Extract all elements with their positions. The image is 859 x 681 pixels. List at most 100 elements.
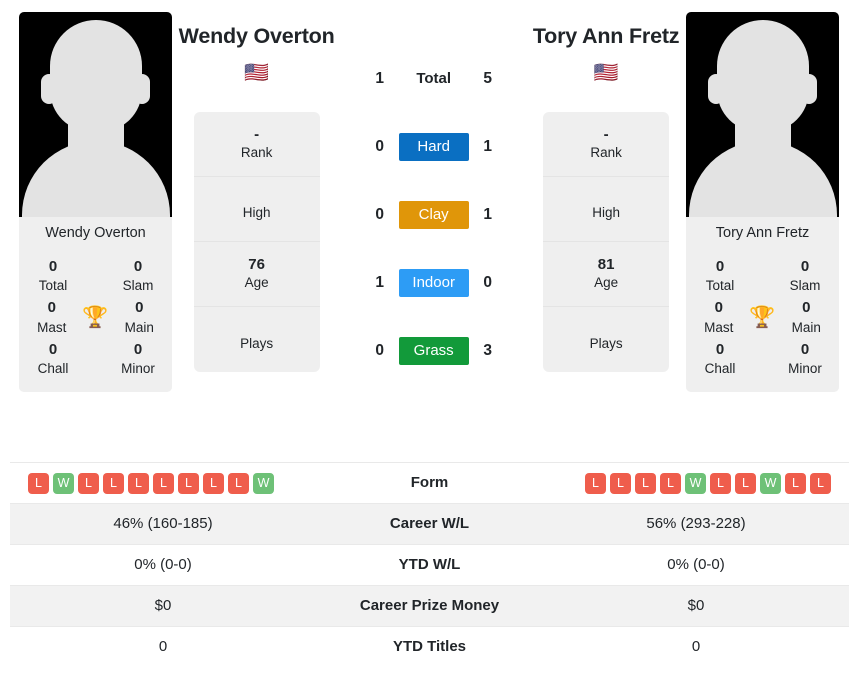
titles-total-value: 0 — [48, 257, 58, 275]
form-badge-l: L — [710, 472, 731, 494]
left-form-cell: LWLLLLLLLW — [10, 462, 316, 504]
h2h-clay-left: 0 — [375, 206, 384, 223]
info-age: 76 Age — [193, 242, 320, 307]
titles-slam-value: 0 — [800, 257, 810, 275]
left-value: $0 — [154, 597, 172, 614]
right-player-info-card: - Rank High 81 Age Plays — [543, 112, 670, 372]
form-badge-l: L — [660, 472, 681, 494]
info-high-label: High — [592, 205, 620, 221]
silhouette-body-icon — [688, 141, 837, 217]
titles-row: 0 Mast 🏆 0 Main — [19, 295, 172, 336]
form-badge-l: L — [153, 472, 174, 494]
form-badge-l: L — [585, 472, 606, 494]
h2h-clay-badge: Clay — [398, 200, 469, 230]
table-row-ytd-titles: 0 YTD Titles 0 — [10, 626, 849, 668]
left-player-info-column: Wendy Overton 🇺🇸 - Rank High 76 Age Play… — [172, 0, 341, 372]
h2h-row-total: 1 Total 5 — [341, 58, 526, 100]
row-label-text: YTD W/L — [398, 556, 461, 573]
titles-main-value: 0 — [135, 299, 144, 317]
titles-total-label: Total — [705, 278, 735, 294]
row-label-career-wl: Career W/L — [316, 503, 543, 545]
h2h-hard-right: 1 — [483, 138, 492, 155]
form-badge-l: L — [810, 472, 831, 494]
row-label-text: Form — [410, 474, 449, 491]
row-label-text: Career W/L — [389, 515, 470, 532]
form-badge-l: L — [635, 472, 656, 494]
titles-slam: 0 Slam — [779, 257, 831, 295]
titles-main: 0 Main — [115, 298, 164, 336]
right-career-wl: 56% (293-228) — [543, 503, 849, 545]
info-plays: Plays — [543, 307, 669, 372]
h2h-indoor-left: 1 — [375, 274, 384, 291]
form-badge-l: L — [178, 472, 199, 494]
titles-chall-value: 0 — [48, 340, 58, 358]
row-label-career-prize-money: Career Prize Money — [316, 585, 543, 627]
form-badge-l: L — [610, 472, 631, 494]
right-player-titles-panel: 0 Total 0 Slam 0 Mast 🏆 0 Main 0 Chall 0… — [686, 249, 839, 393]
right-value: 0% (0-0) — [667, 556, 725, 573]
left-career-wl: 46% (160-185) — [10, 503, 316, 545]
info-rank-label: Rank — [590, 145, 622, 161]
right-player-card[interactable]: Tory Ann Fretz 0 Total 0 Slam 0 Mast 🏆 0… — [686, 12, 839, 393]
info-plays-label: Plays — [589, 335, 623, 351]
row-label-ytd-wl: YTD W/L — [316, 544, 543, 586]
info-rank-value: - — [603, 125, 609, 143]
titles-mast-label: Mast — [704, 319, 734, 335]
titles-total-label: Total — [38, 278, 68, 294]
titles-chall-value: 0 — [715, 340, 725, 358]
table-row-career-wl: 46% (160-185) Career W/L 56% (293-228) — [10, 503, 849, 545]
h2h-row-clay: 0 Clay 1 — [341, 194, 526, 236]
form-badge-l: L — [128, 472, 149, 494]
right-value: 0 — [691, 638, 701, 655]
form-badge-w: W — [53, 472, 74, 494]
h2h-total-left: 1 — [375, 70, 384, 87]
silhouette-body-icon — [21, 141, 170, 217]
h2h-indoor-right: 0 — [483, 274, 492, 291]
titles-row: 0 Total 0 Slam — [686, 254, 839, 295]
h2h-clay-right: 1 — [483, 206, 492, 223]
form-badge-l: L — [735, 472, 756, 494]
comparison-header: Wendy Overton 0 Total 0 Slam 0 Mast 🏆 0 … — [0, 0, 859, 462]
titles-mast-value: 0 — [714, 299, 723, 317]
right-form-badges: LLLLWLLWLL — [543, 472, 849, 494]
right-player-info-column: Tory Ann Fretz 🇺🇸 - Rank High 81 Age Pla… — [526, 0, 686, 372]
info-rank: - Rank — [193, 112, 320, 177]
titles-minor-label: Minor — [788, 361, 822, 377]
info-age-label: Age — [594, 275, 619, 291]
left-form-badges: LWLLLLLLLW — [10, 472, 316, 494]
titles-slam-label: Slam — [122, 278, 154, 294]
head-to-head-column: 1 Total 5 0 Hard 1 0 Clay 1 1 Indoor 0 0 — [341, 0, 526, 372]
left-ytd-wl: 0% (0-0) — [10, 544, 316, 586]
titles-main-value: 0 — [802, 299, 811, 317]
h2h-grass-badge: Grass — [398, 336, 469, 366]
left-player-flag-icon: 🇺🇸 — [244, 63, 269, 83]
info-high-label: High — [242, 205, 271, 221]
silhouette-ear-right-icon — [134, 74, 150, 104]
info-age-value: 81 — [597, 255, 615, 273]
trophy-icon: 🏆 — [749, 306, 776, 330]
h2h-grass-left: 0 — [375, 342, 384, 359]
left-value: 0 — [158, 638, 168, 655]
silhouette-ear-left-icon — [708, 74, 724, 104]
form-badge-l: L — [785, 472, 806, 494]
left-value: 0% (0-0) — [134, 556, 192, 573]
left-ytd-titles: 0 — [10, 626, 316, 668]
form-badge-w: W — [685, 472, 706, 494]
h2h-indoor-badge: Indoor — [398, 268, 469, 298]
left-player-info-card: - Rank High 76 Age Plays — [193, 112, 320, 372]
info-rank-value: - — [254, 125, 260, 143]
titles-main: 0 Main — [782, 298, 831, 336]
h2h-hard-left: 0 — [375, 138, 384, 155]
h2h-hard-badge: Hard — [398, 132, 469, 162]
table-row-form: LWLLLLLLLW Form LLLLWLLWLL — [10, 462, 849, 504]
right-player-photo — [686, 12, 839, 217]
left-player-titles-panel: 0 Total 0 Slam 0 Mast 🏆 0 Main 0 Chall 0… — [19, 249, 172, 393]
right-player-photo-caption: Tory Ann Fretz — [686, 217, 839, 250]
right-player-name: Tory Ann Fretz — [532, 24, 680, 48]
h2h-row-indoor: 1 Indoor 0 — [341, 262, 526, 304]
left-player-card[interactable]: Wendy Overton 0 Total 0 Slam 0 Mast 🏆 0 … — [19, 12, 172, 393]
left-player-photo-caption: Wendy Overton — [19, 217, 172, 250]
form-badge-l: L — [78, 472, 99, 494]
row-label-text: YTD Titles — [392, 638, 467, 655]
info-plays-label: Plays — [240, 335, 274, 351]
